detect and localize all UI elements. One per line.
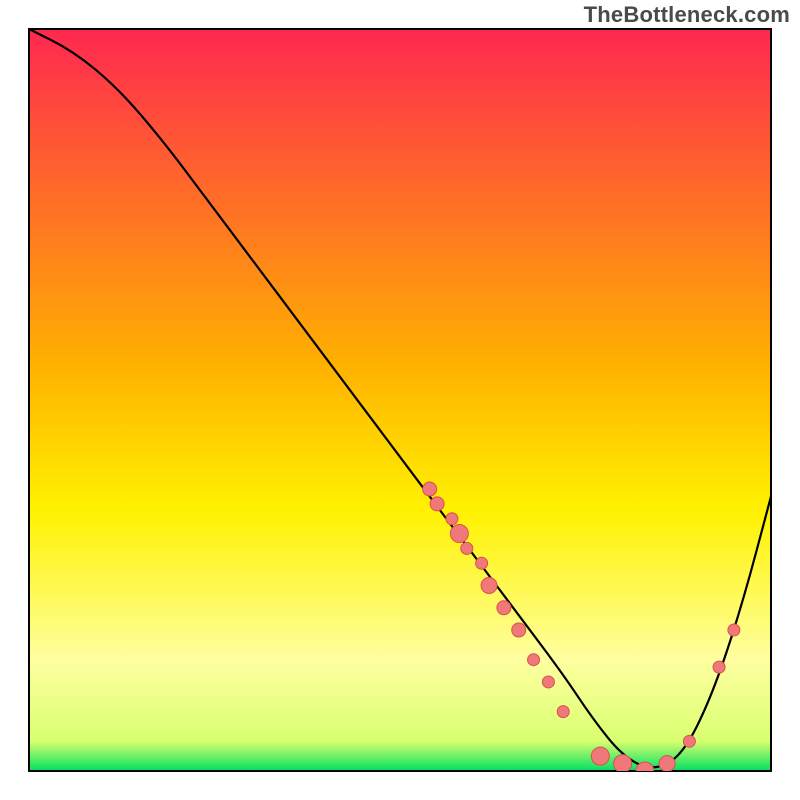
data-point [636,762,654,780]
data-point [476,557,488,569]
data-point [528,654,540,666]
data-point [614,755,632,773]
data-point [481,578,497,594]
data-point [423,482,437,496]
data-point [450,525,468,543]
data-point [512,623,526,637]
data-point [713,661,725,673]
data-point [446,513,458,525]
data-point [591,747,609,765]
watermark-text: TheBottleneck.com [584,2,790,28]
data-point [497,601,511,615]
data-point [461,542,473,554]
data-point [728,624,740,636]
plot-gradient-area [29,29,771,771]
data-point [542,676,554,688]
data-point [430,497,444,511]
bottleneck-chart [0,0,800,800]
data-point [683,735,695,747]
data-point [557,706,569,718]
data-point [659,756,675,772]
